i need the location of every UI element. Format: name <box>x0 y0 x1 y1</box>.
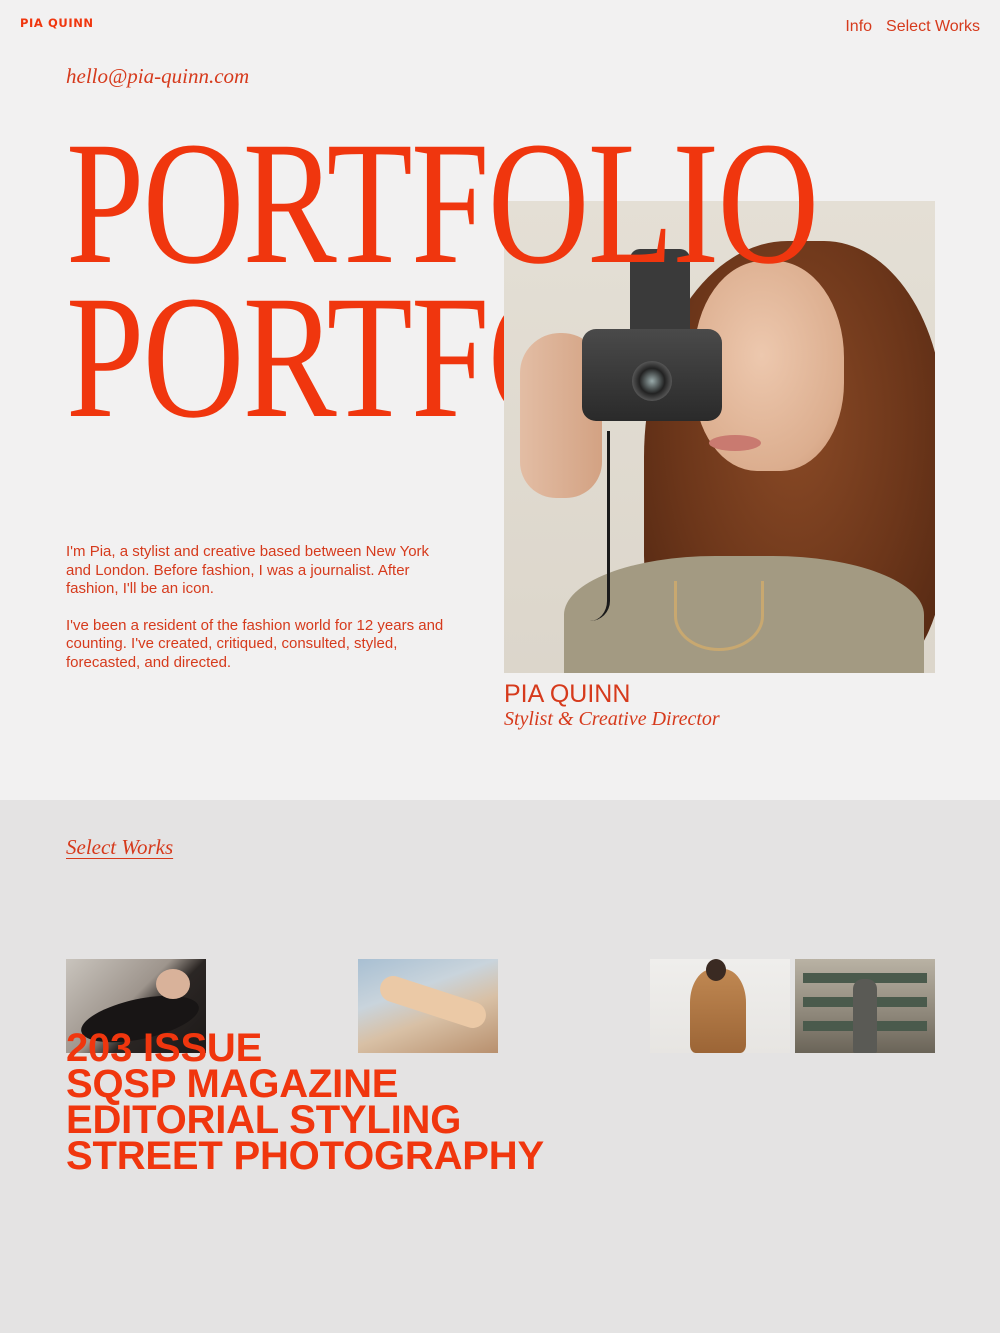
project-link-sqsp-magazine[interactable]: SQSP MAGAZINE <box>66 1064 544 1104</box>
email-link[interactable]: hello@pia-quinn.com <box>66 64 249 89</box>
nav-info-link[interactable]: Info <box>845 18 872 36</box>
thumb-arm <box>376 972 490 1032</box>
caption-name: PIA QUINN <box>504 680 631 708</box>
hero-section: PIA QUINN Info Select Works hello@pia-qu… <box>0 0 1000 800</box>
intro-text: I'm Pia, a stylist and creative based be… <box>66 543 446 690</box>
camera-lens <box>632 361 672 401</box>
thumb-figure <box>853 979 877 1053</box>
hero-title-line-1: PORTFOLIO <box>66 106 819 301</box>
project-list: 203 ISSUE SQSP MAGAZINE EDITORIAL STYLIN… <box>66 1028 544 1176</box>
caption-role: Stylist & Creative Director <box>504 708 720 730</box>
portrait-lips <box>709 435 761 451</box>
nav-select-works-link[interactable]: Select Works <box>886 18 980 36</box>
main-nav: Info Select Works <box>845 18 980 36</box>
project-link-street-photography[interactable]: STREET PHOTOGRAPHY <box>66 1136 544 1176</box>
thumb-head <box>706 959 726 981</box>
site-logo[interactable]: PIA QUINN <box>20 16 94 30</box>
thumb-face <box>156 969 190 999</box>
project-link-203-issue[interactable]: 203 ISSUE <box>66 1028 544 1068</box>
select-works-section: Select Works 203 ISSUE SQSP MAGAZINE EDI… <box>0 800 1000 1333</box>
intro-paragraph-1: I'm Pia, a stylist and creative based be… <box>66 543 430 597</box>
select-works-heading-link[interactable]: Select Works <box>66 835 173 860</box>
project-thumbnail-3[interactable] <box>650 959 790 1053</box>
thumb-figure <box>690 969 746 1053</box>
project-thumbnail-4[interactable] <box>795 959 935 1053</box>
portrait-necklace <box>674 581 764 651</box>
intro-paragraph-2: I've been a resident of the fashion worl… <box>66 616 444 671</box>
project-link-editorial-styling[interactable]: EDITORIAL STYLING <box>66 1100 544 1140</box>
